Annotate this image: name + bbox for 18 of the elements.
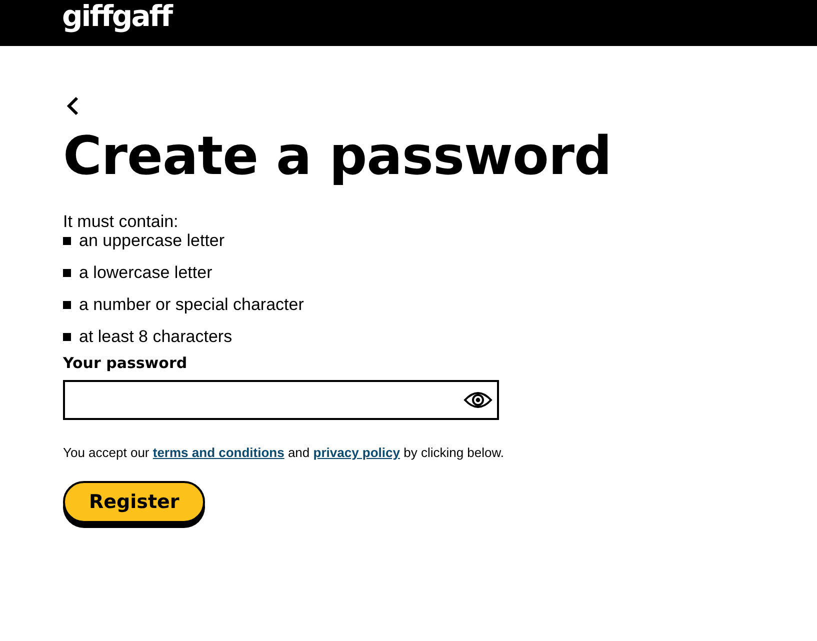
logo[interactable]: giffgaff	[62, 1, 172, 31]
password-field[interactable]	[63, 380, 499, 420]
requirement-text: a number or special character	[79, 295, 304, 315]
requirements-intro: It must contain:	[63, 211, 178, 233]
requirement-text: an uppercase letter	[79, 231, 225, 251]
bullet-icon	[63, 237, 71, 245]
consent-text: You accept our terms and conditions and privacy policy by clicking below.	[63, 445, 504, 460]
back-icon[interactable]	[66, 96, 80, 116]
link[interactable]: terms and conditions	[152, 445, 284, 460]
field-label: Your password	[63, 353, 188, 373]
requirement-text: a lowercase letter	[79, 263, 212, 283]
link[interactable]: privacy policy	[313, 445, 400, 460]
bullet-icon	[63, 269, 71, 277]
bullet-icon	[63, 301, 71, 309]
page-title: Create a password	[63, 125, 612, 189]
eye-icon[interactable]	[463, 390, 493, 410]
requirement-text: at least 8 characters	[79, 327, 232, 347]
bullet-icon	[63, 333, 71, 341]
